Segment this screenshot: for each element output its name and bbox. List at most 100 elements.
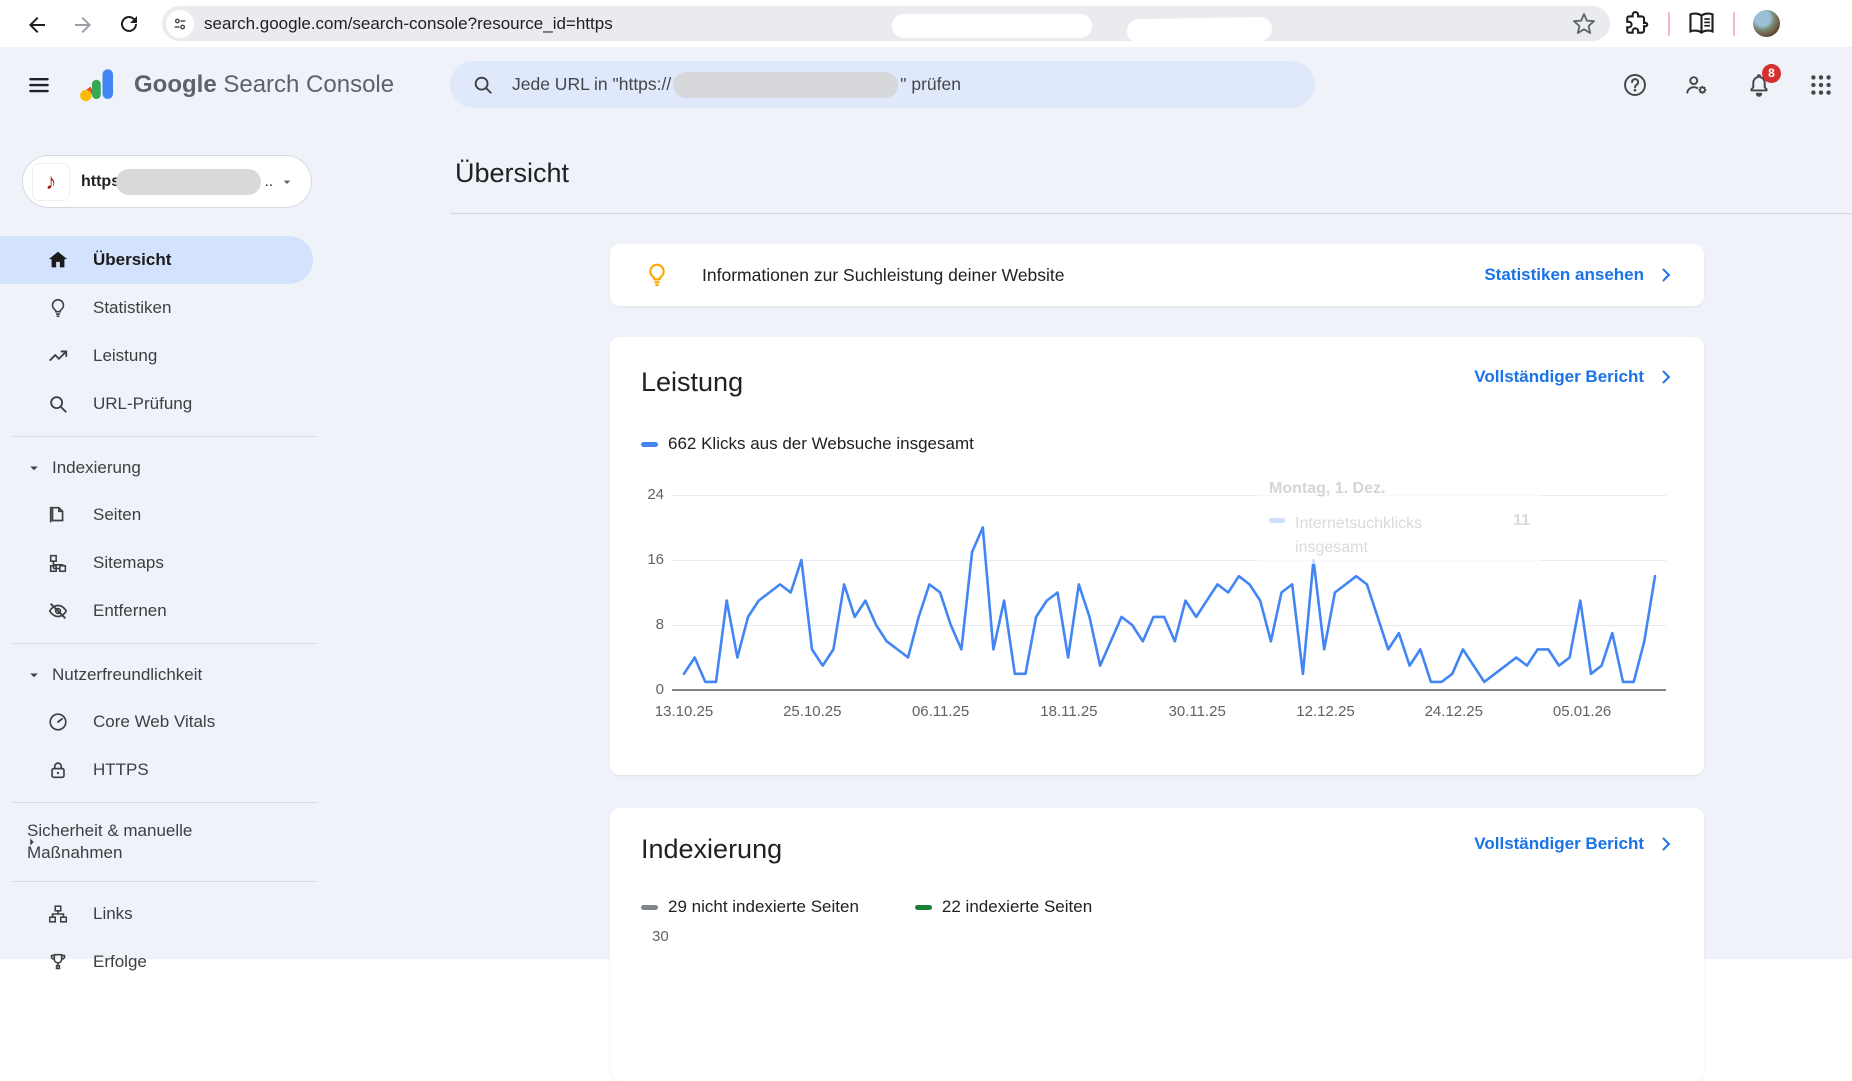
sidebar-item-label: Core Web Vitals <box>93 712 215 732</box>
chevron-right-icon <box>25 835 39 849</box>
menu-icon[interactable] <box>26 72 52 98</box>
url-redaction-blob <box>1127 17 1272 44</box>
search-console-logo <box>78 64 120 106</box>
sidebar-item-core-web-vitals[interactable]: Core Web Vitals <box>0 698 330 746</box>
search-placeholder: Jede URL in "https://" prüfen <box>512 72 961 98</box>
chevron-right-icon <box>1656 265 1676 285</box>
help-icon[interactable] <box>1622 72 1648 98</box>
gauge-icon <box>47 711 69 733</box>
sidebar-item-label: Erfolge <box>93 952 147 972</box>
notifications-bell[interactable]: 8 <box>1746 72 1772 98</box>
sidebar-item-entfernen[interactable]: Entfernen <box>0 587 330 635</box>
browser-profile-avatar[interactable] <box>1753 10 1780 37</box>
sidebar-item-sicherheit[interactable]: Sicherheit & manuelle Maßnahmen <box>0 811 330 873</box>
browser-actions <box>1624 10 1780 37</box>
toolbar-separator <box>1668 12 1670 36</box>
pages-icon <box>47 504 69 526</box>
sidebar-item-sitemaps[interactable]: Sitemaps <box>0 539 330 587</box>
x-tick-label: 13.10.25 <box>638 703 730 720</box>
indexing-title: Indexierung <box>641 834 782 865</box>
indexing-legend: 29 nicht indexierte Seiten 22 indexierte… <box>610 865 1704 917</box>
back-icon[interactable] <box>25 12 49 36</box>
apps-grid-icon[interactable] <box>1808 72 1834 98</box>
sidebar-item-label: Sitemaps <box>93 553 164 573</box>
app-title: Google Search Console <box>134 71 394 99</box>
indexing-card: Indexierung Vollständiger Bericht 29 nic… <box>610 808 1704 1081</box>
property-url-ellipsis: .. <box>265 173 273 190</box>
sidebar-section-nutzerfreundlichkeit[interactable]: Nutzerfreundlichkeit <box>0 652 330 698</box>
manage-users-icon[interactable] <box>1684 72 1710 98</box>
indexing-axis-partial-label: 30 <box>652 928 669 945</box>
trophy-icon <box>47 951 69 973</box>
forward-icon[interactable] <box>71 12 95 36</box>
sidebar-item-https[interactable]: HTTPS <box>0 746 330 794</box>
legend-not-indexed: 29 nicht indexierte Seiten <box>668 897 859 917</box>
sidebar-item-label: Leistung <box>93 346 157 366</box>
x-tick-label: 12.12.25 <box>1280 703 1372 720</box>
sidebar-divider <box>12 643 318 644</box>
address-bar[interactable]: search.google.com/search-console?resourc… <box>162 6 1610 41</box>
reload-icon[interactable] <box>117 12 141 36</box>
x-tick-label: 06.11.25 <box>895 703 987 720</box>
y-tick-label: 8 <box>620 616 664 633</box>
header-actions: 8 <box>1622 47 1834 122</box>
extensions-icon[interactable] <box>1624 11 1650 37</box>
sidebar-divider <box>12 881 318 882</box>
notification-badge: 8 <box>1762 64 1781 83</box>
indexing-full-report-link[interactable]: Vollständiger Bericht <box>1474 834 1676 854</box>
link-label: Statistiken ansehen <box>1484 265 1644 285</box>
sidebar-divider <box>12 802 318 803</box>
toolbar-separator <box>1733 12 1735 36</box>
property-favicon-music-note: ♪ <box>33 164 69 200</box>
sidebar-item-url-pruefung[interactable]: URL-Prüfung <box>0 380 330 428</box>
see-statistics-link[interactable]: Statistiken ansehen <box>1484 265 1676 285</box>
search-redaction-blob <box>673 72 898 98</box>
sidebar-item-uebersicht[interactable]: Übersicht <box>0 236 313 284</box>
y-tick-label: 24 <box>620 486 664 503</box>
sidebar-item-label: Seiten <box>93 505 141 525</box>
insights-banner: Informationen zur Suchleistung deiner We… <box>610 244 1704 306</box>
sidebar-item-links[interactable]: Links <box>0 890 330 938</box>
trending-up-icon <box>47 345 69 367</box>
sidebar-item-label: Statistiken <box>93 298 171 318</box>
x-tick-label: 18.11.25 <box>1023 703 1115 720</box>
legend-dash-green <box>915 905 932 910</box>
sidebar: ♪ https:// .. Übersicht Statistiken Leis… <box>0 122 330 959</box>
sidebar-item-label: Links <box>93 904 133 924</box>
lightbulb-icon <box>47 297 69 319</box>
x-tick-label: 30.11.25 <box>1151 703 1243 720</box>
search-icon <box>472 74 494 96</box>
sidebar-section-label: Nutzerfreundlichkeit <box>52 665 202 685</box>
sidebar-item-label: HTTPS <box>93 760 149 780</box>
clicks-line <box>684 495 1655 690</box>
property-selector[interactable]: ♪ https:// .. <box>22 155 312 208</box>
site-info-icon[interactable] <box>166 10 194 38</box>
x-tick-label: 05.01.26 <box>1536 703 1628 720</box>
sidebar-section-label: Indexierung <box>52 458 141 478</box>
search-icon <box>47 393 69 415</box>
home-icon <box>47 249 69 271</box>
lightbulb-tip-icon <box>644 262 670 288</box>
chevron-down-icon <box>25 666 43 684</box>
sitemap-icon <box>47 552 69 574</box>
chevron-down-icon <box>25 459 43 477</box>
sidebar-item-erfolge[interactable]: Erfolge <box>0 938 330 986</box>
x-tick-label: 25.10.25 <box>766 703 858 720</box>
performance-card: Leistung Vollständiger Bericht 662 Klick… <box>610 337 1704 775</box>
sidebar-item-seiten[interactable]: Seiten <box>0 491 330 539</box>
link-label: Vollständiger Bericht <box>1474 834 1644 854</box>
sidebar-item-statistiken[interactable]: Statistiken <box>0 284 330 332</box>
eye-off-icon <box>47 600 69 622</box>
url-inspect-search[interactable]: Jede URL in "https://" prüfen <box>450 61 1315 108</box>
sidebar-section-indexierung[interactable]: Indexierung <box>0 445 330 491</box>
links-tree-icon <box>47 903 69 925</box>
reading-list-icon[interactable] <box>1688 10 1715 37</box>
browser-toolbar: search.google.com/search-console?resourc… <box>0 0 1852 47</box>
bookmark-star-icon[interactable] <box>1572 12 1596 36</box>
app-header: Google Search Console Jede URL in "https… <box>0 47 1852 122</box>
sidebar-item-label: Sicherheit & manuelle Maßnahmen <box>27 820 227 864</box>
sidebar-item-leistung[interactable]: Leistung <box>0 332 330 380</box>
y-tick-label: 16 <box>620 551 664 568</box>
sidebar-divider <box>12 436 318 437</box>
clicks-chart[interactable]: 241680 13.10.2525.10.2506.11.2518.11.253… <box>610 337 1704 775</box>
